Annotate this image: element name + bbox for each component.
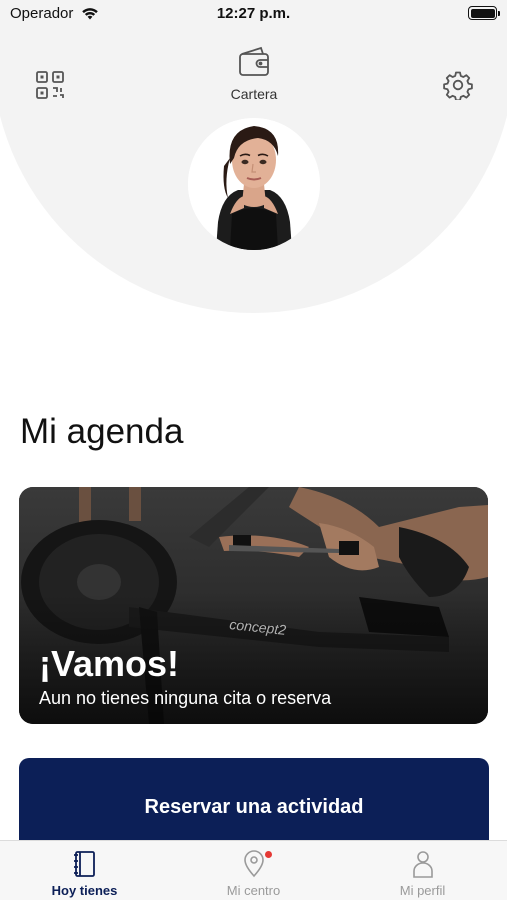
notification-dot — [265, 851, 272, 858]
agenda-title: Mi agenda — [20, 412, 184, 451]
wallet-button[interactable]: Cartera — [214, 46, 294, 106]
tab-label-mi-centro: Mi centro — [226, 883, 281, 898]
wallet-icon — [239, 46, 269, 76]
gear-icon[interactable] — [443, 70, 473, 100]
person-icon — [412, 851, 433, 878]
book-icon — [73, 851, 95, 877]
tab-mi-centro[interactable]: Mi centro — [169, 841, 338, 900]
status-bar: Operador 12:27 p.m. — [0, 0, 507, 28]
tab-label-mi-perfil: Mi perfil — [399, 883, 446, 898]
avatar[interactable] — [188, 118, 320, 250]
status-time: 12:27 p.m. — [216, 5, 291, 22]
agenda-empty-card[interactable]: concept2 ¡Vamos! Aun no tienes ninguna c… — [19, 487, 488, 724]
wallet-label: Cartera — [230, 86, 278, 102]
tab-bar: Hoy tienes Mi centro Mi perfil — [0, 840, 507, 900]
battery-icon — [468, 6, 500, 20]
qr-code-icon[interactable] — [35, 70, 65, 100]
tab-mi-perfil[interactable]: Mi perfil — [338, 841, 507, 900]
tab-label-hoy-tienes: Hoy tienes — [51, 883, 118, 898]
avatar-photo — [188, 118, 320, 250]
location-icon — [243, 850, 264, 878]
card-subtitle: Aun no tienes ninguna cita o reserva — [39, 688, 332, 708]
tab-hoy-tienes[interactable]: Hoy tienes — [0, 841, 169, 900]
card-title: ¡Vamos! — [39, 643, 180, 684]
